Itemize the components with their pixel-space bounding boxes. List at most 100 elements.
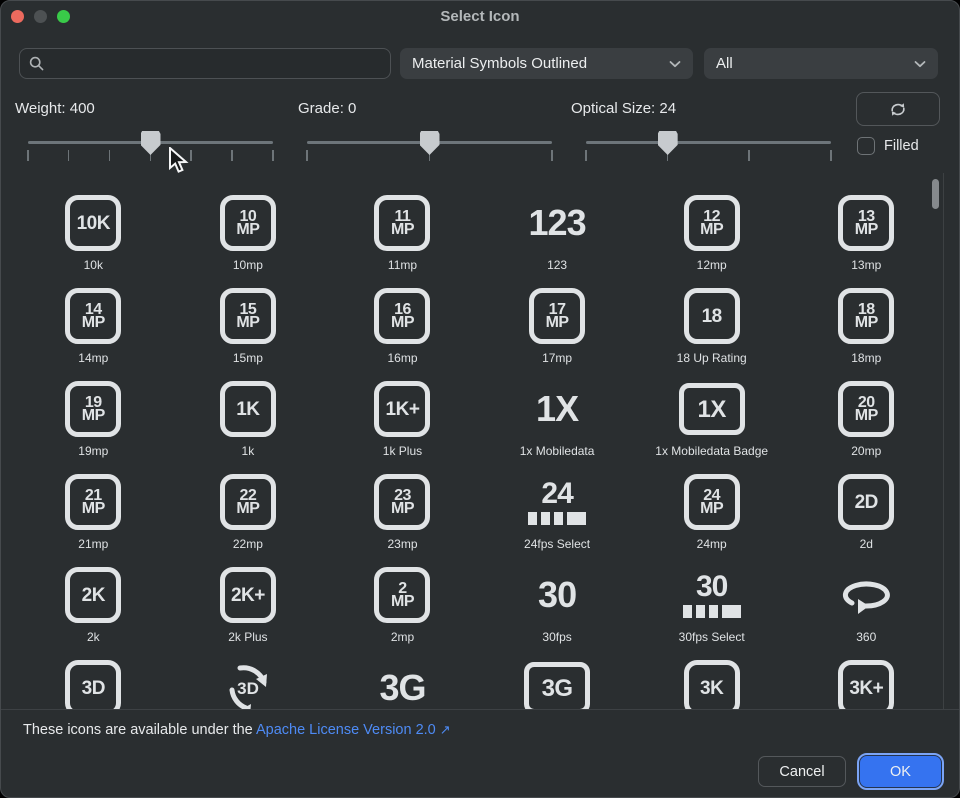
font-family-select[interactable]: Material Symbols Outlined	[400, 48, 693, 79]
icon-cell-11mp[interactable]: 11MP11mp	[325, 195, 480, 273]
glyph-frame: 1K+	[374, 381, 430, 437]
icon-label: 1k Plus	[383, 444, 422, 458]
license-note: These icons are available under the Apac…	[23, 722, 451, 738]
slider-thumb[interactable]	[658, 131, 678, 155]
icon-cell-2k[interactable]: 2K 2k	[16, 567, 171, 645]
slider-thumb[interactable]	[420, 131, 440, 155]
slider-track	[586, 141, 831, 144]
icon-label: 19mp	[78, 444, 108, 458]
glyph-frame: 13MP	[838, 195, 894, 251]
icon-cell-3d-rotation[interactable]: 3D	[171, 660, 326, 709]
icon-cell-24mp[interactable]: 24MP24mp	[634, 474, 789, 552]
icon-grid-viewport[interactable]: 10K10k10MP10mp11MP11mp123123 12MP 12mp 13MP…	[2, 173, 944, 709]
icon-label: 1k	[242, 444, 255, 458]
vertical-scrollbar-thumb[interactable]	[932, 179, 939, 209]
slider-tick	[306, 150, 308, 161]
icon-cell-2mp[interactable]: 2MP2mp	[325, 567, 480, 645]
grade-slider[interactable]	[307, 139, 552, 165]
cancel-button[interactable]: Cancel	[758, 756, 846, 787]
glyph-frame: 3K+	[838, 660, 894, 709]
glyph-frame: 18	[684, 288, 740, 344]
icon-cell-19mp[interactable]: 19MP19mp	[16, 381, 171, 459]
icon-cell-3g-mobiledata-badge[interactable]: 3G	[480, 660, 635, 709]
icon-cell-23mp[interactable]: 23MP23mp	[325, 474, 480, 552]
glyph-frame: 2K	[65, 567, 121, 623]
icon-label: 2k	[87, 630, 100, 644]
slider-tick	[748, 150, 750, 161]
slider-tick	[109, 150, 111, 161]
glyph-frame: 17MP	[529, 288, 585, 344]
icon-cell-3d[interactable]: 3D	[16, 660, 171, 709]
icon-cell-360[interactable]: 360	[789, 567, 944, 645]
icon-label: 23mp	[387, 537, 417, 551]
icon-cell-30fps[interactable]: 3030fps	[480, 567, 635, 645]
optical-size-label: Optical Size: 24	[571, 100, 676, 117]
icon-label: 30fps	[542, 630, 571, 644]
search-input[interactable]	[51, 54, 381, 73]
icon-cell-10mp[interactable]: 10MP10mp	[171, 195, 326, 273]
icon-label: 12mp	[697, 258, 727, 272]
1x-mobiledata-icon: 1X	[536, 381, 578, 437]
21mp-icon: 21MP	[65, 474, 121, 530]
icon-cell-1k[interactable]: 1K 1k	[171, 381, 326, 459]
30fps-select-icon: 30	[683, 567, 741, 623]
fps-bars	[683, 605, 741, 618]
20mp-icon: 20MP	[838, 381, 894, 437]
icon-cell-18-up-rating[interactable]: 18 18 Up Rating	[634, 288, 789, 366]
glyph-frame: 1K	[220, 381, 276, 437]
icon-cell-24fps-select[interactable]: 2424fps Select	[480, 474, 635, 552]
slider-thumb[interactable]	[141, 131, 161, 155]
external-link-icon: ↗	[440, 722, 451, 737]
category-value: All	[716, 55, 914, 72]
icon-cell-3k-plus[interactable]: 3K+	[789, 660, 944, 709]
glyph-frame: 24MP	[684, 474, 740, 530]
icon-cell-22mp[interactable]: 22MP22mp	[171, 474, 326, 552]
icon-cell-18mp[interactable]: 18MP18mp	[789, 288, 944, 366]
glyph-frame: 20MP	[838, 381, 894, 437]
11mp-icon: 11MP	[374, 195, 430, 251]
icon-cell-14mp[interactable]: 14MP14mp	[16, 288, 171, 366]
1k-icon: 1K	[220, 381, 276, 437]
ok-button[interactable]: OK	[859, 755, 942, 788]
glyph-frame: 3K	[684, 660, 740, 709]
icon-cell-1x-mobiledata-badge[interactable]: 1X1x Mobiledata Badge	[634, 381, 789, 459]
icon-label: 30fps Select	[679, 630, 745, 644]
10mp-icon: 10MP	[220, 195, 276, 251]
glyph-frame: 1X	[679, 383, 745, 435]
slider-tick	[272, 150, 274, 161]
icon-label: 17mp	[542, 351, 572, 365]
17mp-icon: 17MP	[529, 288, 585, 344]
apache-license-link[interactable]: Apache License Version 2.0	[256, 722, 436, 738]
2k-plus-icon: 2K+	[220, 567, 276, 623]
icon-cell-2k-plus[interactable]: 2K+2k Plus	[171, 567, 326, 645]
icon-cell-1k-plus[interactable]: 1K+ 1k Plus	[325, 381, 480, 459]
refresh-button[interactable]	[856, 92, 940, 126]
category-select[interactable]: All	[704, 48, 938, 79]
icon-cell-15mp[interactable]: 15MP15mp	[171, 288, 326, 366]
icon-cell-123[interactable]: 123123	[480, 195, 635, 273]
icon-cell-1x-mobiledata[interactable]: 1X 1x Mobiledata	[480, 381, 635, 459]
icon-cell-12mp[interactable]: 12MP 12mp	[634, 195, 789, 273]
1k-plus-icon: 1K+	[374, 381, 430, 437]
icon-cell-2d[interactable]: 2D2d	[789, 474, 944, 552]
icon-cell-20mp[interactable]: 20MP20mp	[789, 381, 944, 459]
icon-cell-21mp[interactable]: 21MP21mp	[16, 474, 171, 552]
search-field[interactable]	[19, 48, 391, 79]
icon-cell-30fps-select[interactable]: 30 30fps Select	[634, 567, 789, 645]
filled-label: Filled	[884, 138, 919, 154]
icon-cell-10k[interactable]: 10K10k	[16, 195, 171, 273]
icon-cell-17mp[interactable]: 17MP 17mp	[480, 288, 635, 366]
icon-cell-16mp[interactable]: 16MP16mp	[325, 288, 480, 366]
glyph-frame: 14MP	[65, 288, 121, 344]
weight-slider[interactable]	[28, 139, 273, 165]
icon-cell-3g[interactable]: 3G	[325, 660, 480, 709]
icon-cell-13mp[interactable]: 13MP13mp	[789, 195, 944, 273]
icon-cell-3k[interactable]: 3K	[634, 660, 789, 709]
chevron-down-icon	[669, 60, 681, 68]
glyph-frame: 12MP	[684, 195, 740, 251]
slider-tick	[190, 150, 192, 161]
icon-label: 18 Up Rating	[677, 351, 747, 365]
filled-checkbox[interactable]	[857, 137, 875, 155]
optical-size-slider[interactable]	[586, 139, 831, 165]
icon-label: 1x Mobiledata	[520, 444, 595, 458]
